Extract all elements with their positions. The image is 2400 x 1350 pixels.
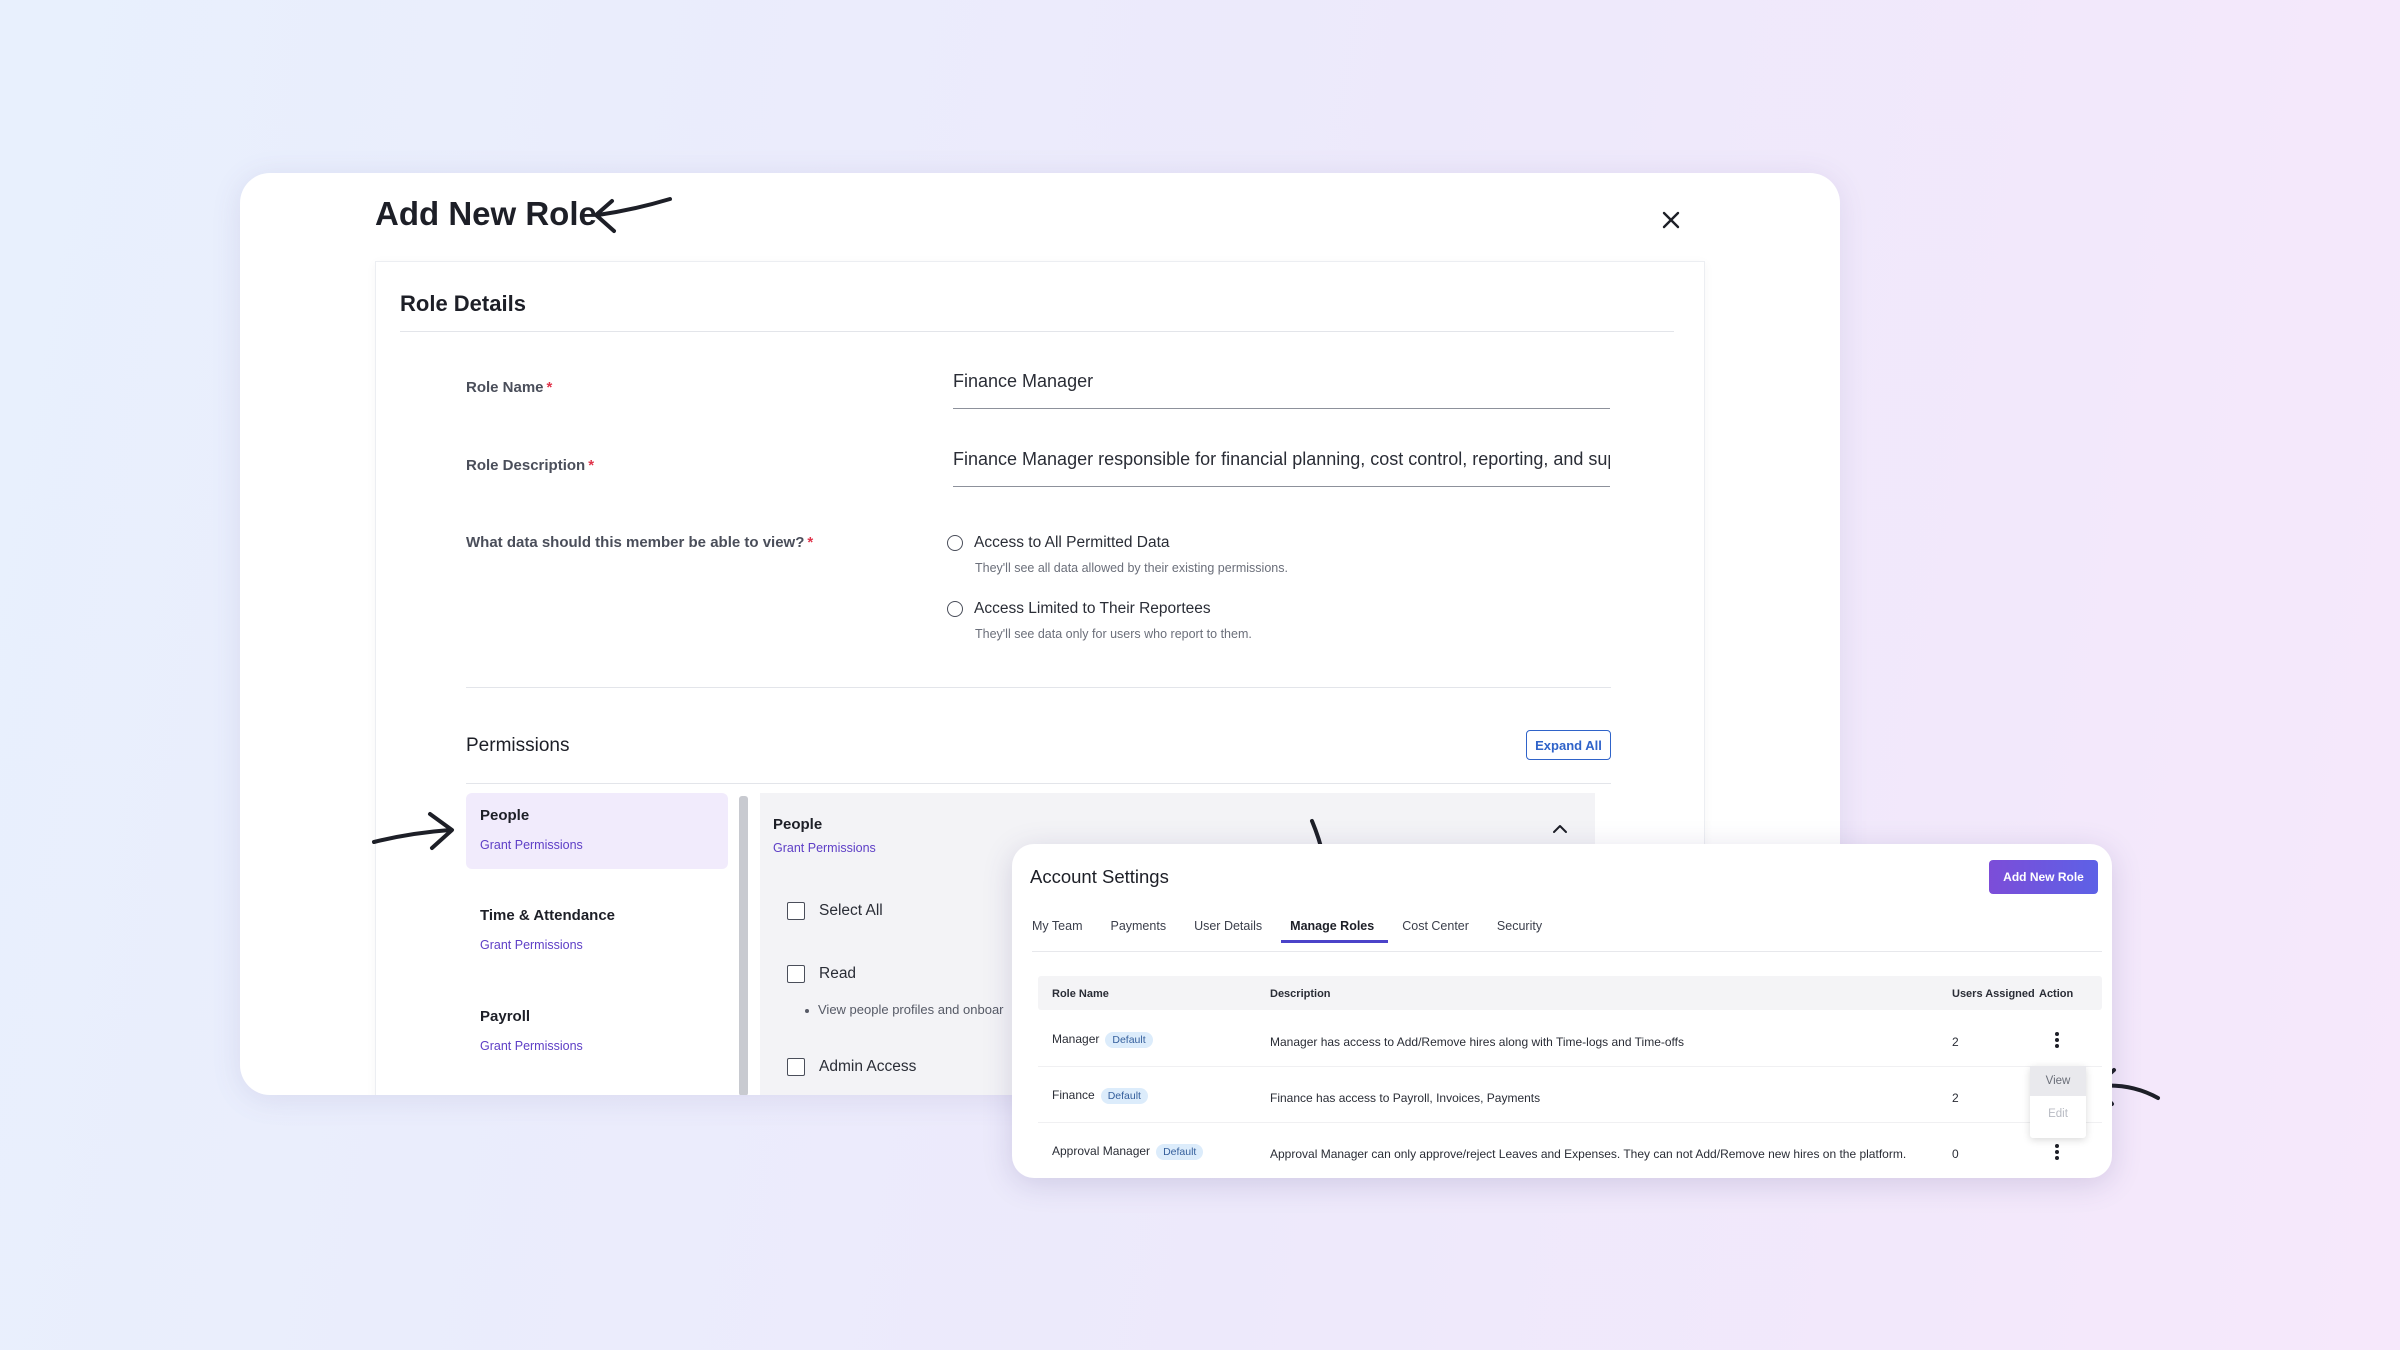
role-description-label: Role Description * (466, 457, 595, 474)
column-header: Role Name (1052, 988, 1109, 1000)
close-icon[interactable] (1662, 211, 1680, 229)
settings-tabs: My Team Payments User Details Manage Rol… (1032, 919, 1570, 943)
account-settings-title: Account Settings (1030, 866, 1169, 887)
default-badge: Default (1100, 1088, 1148, 1104)
menu-item-edit[interactable]: Edit (2030, 1099, 2086, 1129)
checkbox-select-all[interactable]: Select All (787, 902, 883, 920)
default-badge: Default (1156, 1144, 1204, 1160)
scrollbar[interactable] (739, 796, 748, 1095)
arrow-icon (372, 812, 454, 850)
add-new-role-button[interactable]: Add New Role (1989, 860, 2098, 894)
divider (1038, 1122, 2102, 1123)
table-row-users: 0 (1952, 1147, 1959, 1161)
permission-category-payroll[interactable]: Payroll Grant Permissions (466, 994, 728, 1070)
tab-cost-center[interactable]: Cost Center (1402, 919, 1469, 943)
radio-button[interactable] (947, 601, 963, 617)
grant-permissions-link[interactable]: Grant Permissions (480, 938, 728, 952)
radio-help-text: They'll see data only for users who repo… (975, 627, 1252, 641)
table-row-role-name: Approval Manager Default (1052, 1144, 1204, 1160)
radio-all-data[interactable]: Access to All Permitted Data (947, 534, 1170, 552)
divider (1032, 951, 2102, 952)
grant-permissions-link[interactable]: Grant Permissions (480, 1039, 728, 1053)
table-header (1038, 976, 2102, 1010)
default-badge: Default (1105, 1032, 1153, 1048)
tab-security[interactable]: Security (1497, 919, 1542, 943)
role-name-input[interactable]: Finance Manager (953, 371, 1610, 409)
checkbox-read[interactable]: Read (787, 965, 856, 983)
checkbox[interactable] (787, 1058, 805, 1076)
table-row-description: Approval Manager can only approve/reject… (1270, 1147, 1907, 1161)
table-row-role-name: Finance Default (1052, 1088, 1148, 1104)
tab-payments[interactable]: Payments (1110, 919, 1166, 943)
tab-user-details[interactable]: User Details (1194, 919, 1262, 943)
read-help-text: View people profiles and onboar (805, 1002, 1004, 1017)
checkbox[interactable] (787, 902, 805, 920)
column-header: Users Assigned (1952, 988, 2035, 1000)
chevron-up-icon[interactable] (1552, 823, 1568, 835)
arrow-icon (594, 197, 672, 233)
divider (1038, 1066, 2102, 1067)
modal-title: Add New Role (375, 195, 597, 232)
table-row-role-name: Manager Default (1052, 1032, 1153, 1048)
expand-all-button[interactable]: Expand All (1526, 730, 1611, 760)
tab-manage-roles[interactable]: Manage Roles (1281, 919, 1389, 943)
permission-category-time-attendance[interactable]: Time & Attendance Grant Permissions (466, 893, 728, 969)
grant-permissions-link[interactable]: Grant Permissions (480, 838, 728, 852)
table-row-users: 2 (1952, 1091, 1959, 1105)
radio-button[interactable] (947, 535, 963, 551)
action-dropdown: View Edit (2030, 1066, 2086, 1138)
kebab-icon[interactable] (2054, 1143, 2060, 1161)
tab-my-team[interactable]: My Team (1032, 919, 1082, 943)
checkbox[interactable] (787, 965, 805, 983)
menu-item-view[interactable]: View (2030, 1066, 2086, 1096)
column-header: Description (1270, 988, 1331, 1000)
account-settings-card: Account Settings Add New Role My Team Pa… (1012, 844, 2112, 1178)
kebab-icon[interactable] (2054, 1031, 2060, 1049)
divider (466, 687, 1611, 688)
column-header: Action (2039, 988, 2074, 1000)
detail-title: People (773, 816, 823, 833)
table-row-description: Finance has access to Payroll, Invoices,… (1270, 1091, 1541, 1105)
radio-help-text: They'll see all data allowed by their ex… (975, 561, 1288, 575)
checkbox-admin-access[interactable]: Admin Access (787, 1058, 916, 1076)
role-description-input[interactable]: Finance Manager responsible for financia… (953, 449, 1610, 487)
data-view-label: What data should this member be able to … (466, 534, 814, 551)
role-name-label: Role Name * (466, 379, 553, 396)
radio-reportees[interactable]: Access Limited to Their Reportees (947, 600, 1211, 618)
section-title: Role Details (400, 291, 526, 316)
divider (466, 783, 1611, 784)
permission-category-people[interactable]: People Grant Permissions (466, 793, 728, 869)
grant-permissions-link[interactable]: Grant Permissions (773, 841, 876, 855)
permissions-title: Permissions (466, 735, 570, 756)
divider (400, 331, 1674, 332)
table-row-users: 2 (1952, 1035, 1959, 1049)
table-row-description: Manager has access to Add/Remove hires a… (1270, 1035, 1684, 1049)
